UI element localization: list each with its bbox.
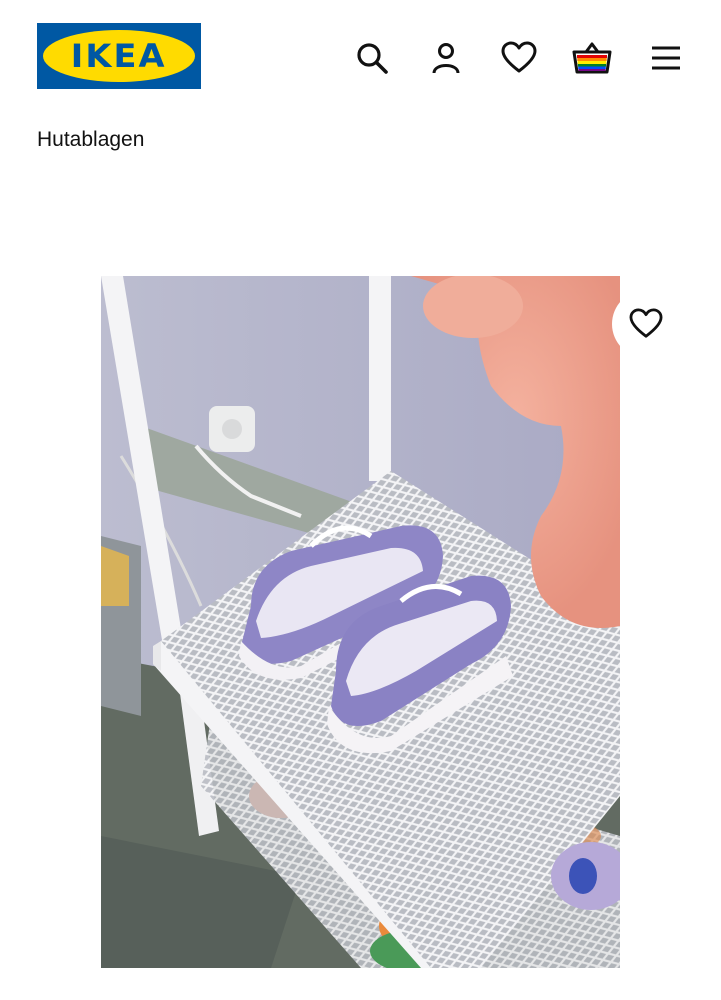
logo-text: IKEA <box>71 37 167 75</box>
profile-button[interactable] <box>426 38 466 78</box>
product-image[interactable] <box>101 276 620 968</box>
logo-oval: IKEA <box>43 30 195 82</box>
heart-icon <box>501 41 537 73</box>
search-icon <box>357 43 388 74</box>
site-header: IKEA <box>0 0 721 110</box>
favorites-button[interactable] <box>499 38 539 78</box>
heart-outline-icon <box>629 308 663 338</box>
menu-icon <box>652 46 680 70</box>
search-button[interactable] <box>352 38 392 78</box>
breadcrumb-link[interactable]: Hutablagen <box>37 128 144 152</box>
profile-icon <box>432 43 460 74</box>
menu-button[interactable] <box>646 38 686 78</box>
ikea-logo[interactable]: IKEA <box>37 23 201 89</box>
basket-icon <box>572 42 612 74</box>
shoe-rack-photo <box>101 276 620 968</box>
add-to-favorites-button[interactable] <box>612 290 684 358</box>
basket-button[interactable] <box>572 38 612 78</box>
